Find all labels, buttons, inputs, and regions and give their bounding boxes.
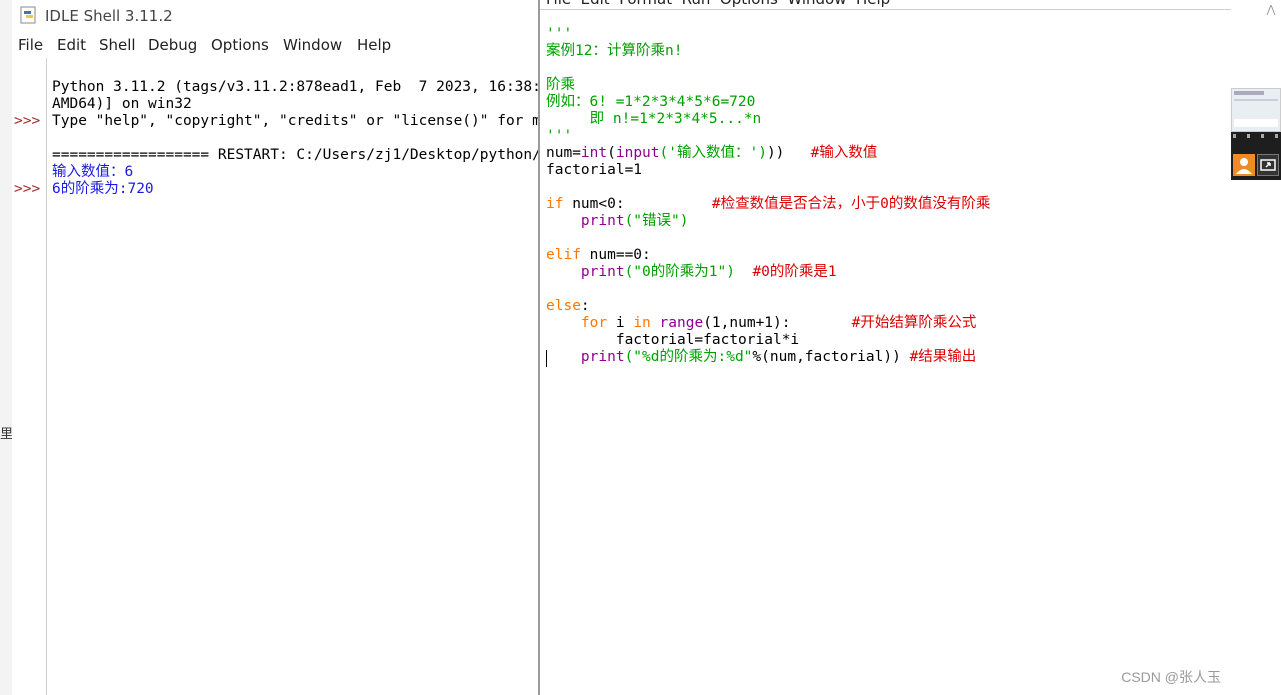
menu-file[interactable]: File xyxy=(18,36,43,54)
code-comment: #结果输出 xyxy=(909,349,977,365)
shell-prompt: >>> xyxy=(14,113,41,129)
code-token: : xyxy=(580,298,590,314)
code-token: num<0: xyxy=(563,196,712,212)
code-token: print xyxy=(580,213,625,229)
shell-menubar: File Edit Shell Debug Options Window Hel… xyxy=(12,36,540,58)
menu-debug[interactable]: Debug xyxy=(148,36,197,54)
shell-line: Type "help", "copyright", "credits" or "… xyxy=(52,113,540,129)
shell-line: AMD64)] on win32 xyxy=(52,96,192,112)
code-token: ('输入数值：') xyxy=(659,145,767,161)
code-line: ''' xyxy=(546,26,573,42)
code-keyword: if xyxy=(546,196,564,212)
desktop-fragment-text: 里 xyxy=(0,427,12,442)
idle-shell-window[interactable]: IDLE Shell 3.11.2 File Edit Shell Debug … xyxy=(12,0,540,695)
code-token: range xyxy=(659,315,704,331)
code-line: print("0的阶乘为1") #0的阶乘是1 xyxy=(546,264,1226,281)
menu-help[interactable]: Help xyxy=(357,36,391,54)
code-line: for i in range(1,num+1): #开始结算阶乘公式 xyxy=(546,315,1226,332)
code-line: 案例12：计算阶乘n! xyxy=(546,43,683,59)
right-side-panel xyxy=(1231,0,1281,695)
code-line: print("错误") xyxy=(546,213,1226,230)
shell-line: Python 3.11.2 (tags/v3.11.2:878ead1, Feb… xyxy=(52,79,540,95)
code-comment: #0的阶乘是1 xyxy=(752,264,837,280)
code-line: ''' xyxy=(546,128,573,144)
python-idle-icon xyxy=(20,6,36,24)
idle-editor-window[interactable]: File Edit Format Run Options Window Help… xyxy=(538,0,1234,695)
code-token: num==0: xyxy=(580,247,651,263)
code-line: print("%d的阶乘为:%d"%(num,factorial)) #结果输出 xyxy=(546,349,1226,366)
code-token: print xyxy=(580,264,625,280)
code-line: 阶乘 xyxy=(546,77,575,93)
shell-prompt-gutter: >>> >>> xyxy=(12,58,47,695)
shell-restart-line: ================== RESTART: C:/Users/zj1… xyxy=(52,147,540,163)
shell-prompt: >>> xyxy=(14,181,41,197)
editor-menubar[interactable]: File Edit Format Run Options Window Help xyxy=(546,0,890,8)
code-token: ("错误") xyxy=(624,213,689,229)
code-comment: #开始结算阶乘公式 xyxy=(851,315,977,331)
code-line: factorial=1 xyxy=(546,162,643,178)
shell-window-title: IDLE Shell 3.11.2 xyxy=(45,7,173,25)
menu-edit[interactable]: Edit xyxy=(57,36,86,54)
code-line: if num<0: #检查数值是否合法，小于0的数值没有阶乘 xyxy=(546,196,1226,213)
code-keyword: elif xyxy=(546,247,581,263)
window-thumbnail[interactable] xyxy=(1231,88,1281,132)
code-token: ("%d的阶乘为:%d" xyxy=(624,349,753,365)
code-keyword: else xyxy=(546,298,581,314)
corner-figure-icon xyxy=(1261,0,1281,16)
code-token: print xyxy=(580,349,625,365)
code-comment: #输入数值 xyxy=(810,145,878,161)
code-token: %(num,factorial)) xyxy=(752,349,910,365)
editor-code-area[interactable]: ''' 案例12：计算阶乘n! 阶乘 例如：6! =1*2*3*4*5*6=720 … xyxy=(546,9,1226,400)
text-cursor xyxy=(546,350,547,367)
code-comment: #检查数值是否合法，小于0的数值没有阶乘 xyxy=(711,196,991,212)
code-token: i xyxy=(607,315,634,331)
shell-output-area[interactable]: Python 3.11.2 (tags/v3.11.2:878ead1, Feb… xyxy=(52,62,540,695)
code-token: int xyxy=(580,145,608,161)
shell-output-line: 6的阶乘为:720 xyxy=(52,181,154,197)
code-token: input xyxy=(615,145,660,161)
code-line: num=int(input('输入数值：'))) #输入数值 xyxy=(546,145,1226,162)
shell-output-line: 输入数值：6 xyxy=(52,164,134,180)
code-token: (1,num+1): xyxy=(703,315,852,331)
code-keyword: in xyxy=(633,315,651,331)
person-icon[interactable] xyxy=(1233,154,1255,176)
code-token: num= xyxy=(546,145,581,161)
screen-share-icon[interactable] xyxy=(1257,154,1279,176)
code-line: factorial=factorial*i xyxy=(546,332,800,348)
code-token: ( xyxy=(607,145,616,161)
csdn-watermark: CSDN @张人玉 xyxy=(1121,669,1221,685)
code-line: 例如：6! =1*2*3*4*5*6=720 xyxy=(546,94,756,110)
menu-window[interactable]: Window xyxy=(283,36,342,54)
menu-shell[interactable]: Shell xyxy=(99,36,136,54)
code-line: elif num==0: xyxy=(546,247,1226,264)
code-keyword: for xyxy=(580,315,608,331)
menu-options[interactable]: Options xyxy=(211,36,269,54)
code-line: else: xyxy=(546,298,1226,315)
code-line: 即 n!=1*2*3*4*5...*n xyxy=(546,111,762,127)
shell-titlebar[interactable]: IDLE Shell 3.11.2 xyxy=(12,0,540,32)
code-token: ("0的阶乘为1") xyxy=(624,264,735,280)
code-token: )) xyxy=(766,145,811,161)
